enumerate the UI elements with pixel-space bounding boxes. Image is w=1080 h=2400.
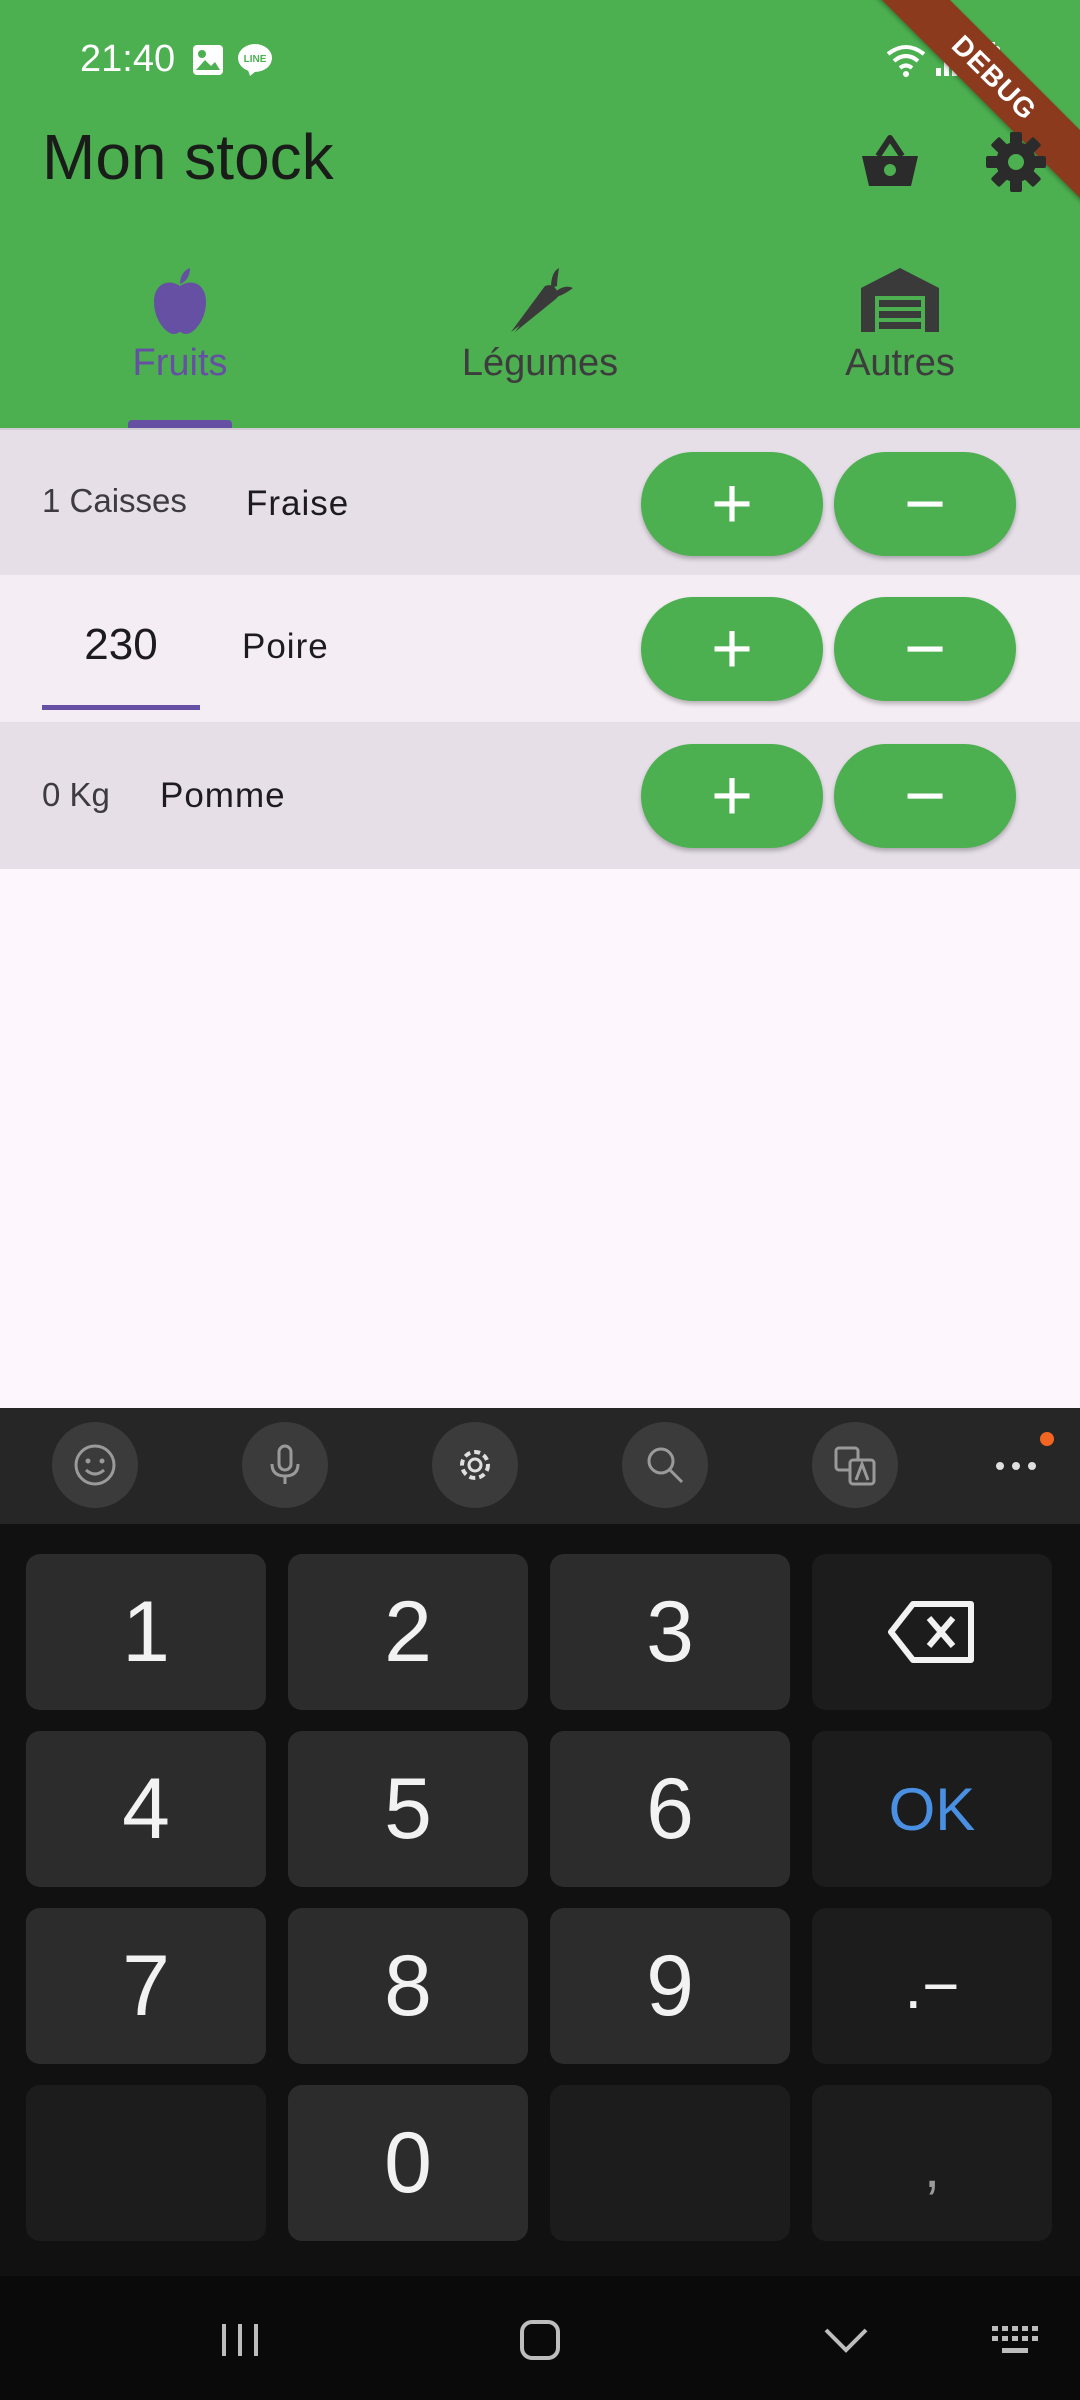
system-navigation-bar — [0, 2276, 1080, 2400]
input-underline — [42, 705, 200, 710]
list-item: Poire + − — [0, 575, 1080, 722]
ok-key[interactable]: OK — [812, 1731, 1052, 1887]
list-item: 1 Caisses Fraise + − — [0, 428, 1080, 575]
voice-input-button[interactable] — [242, 1422, 328, 1508]
tab-legumes[interactable]: Légumes — [360, 262, 720, 428]
tab-fruits[interactable]: Fruits — [0, 262, 360, 428]
key-4[interactable]: 4 — [26, 1731, 266, 1887]
tab-indicator — [128, 420, 232, 428]
carrot-icon — [511, 268, 573, 332]
line-app-icon: LINE — [238, 44, 272, 76]
increment-button[interactable]: + — [641, 744, 823, 848]
hide-keyboard-icon[interactable] — [822, 2324, 870, 2356]
settings-icon[interactable] — [982, 128, 1050, 196]
key-2[interactable]: 2 — [288, 1554, 528, 1710]
item-quantity: 1 Caisses — [42, 482, 187, 519]
tab-bar: Fruits Légumes Autres — [0, 262, 1080, 428]
tab-label: Autres — [845, 342, 955, 384]
blank-key-right[interactable] — [550, 2085, 790, 2241]
quantity-input[interactable] — [42, 605, 200, 685]
keyboard-toolbar — [0, 1408, 1080, 1524]
gear-icon — [460, 1450, 490, 1480]
key-9[interactable]: 9 — [550, 1908, 790, 2064]
list-item: 0 Kg Pomme + − — [0, 722, 1080, 869]
blank-key-left[interactable] — [26, 2085, 266, 2241]
keyboard-search-button[interactable] — [622, 1422, 708, 1508]
decrement-button[interactable]: − — [834, 597, 1016, 701]
recent-apps-icon[interactable] — [218, 2320, 262, 2360]
key-0[interactable]: 0 — [288, 2085, 528, 2241]
search-icon — [647, 1447, 684, 1484]
tab-autres[interactable]: Autres — [720, 262, 1080, 428]
item-name: Fraise — [246, 484, 350, 523]
keyboard-switch-icon[interactable] — [990, 2324, 1042, 2358]
item-name: Poire — [242, 627, 329, 666]
key-7[interactable]: 7 — [26, 1908, 266, 2064]
tab-label: Légumes — [461, 342, 619, 384]
status-time: 21:40 — [80, 38, 176, 80]
warehouse-icon — [861, 268, 939, 332]
key-5[interactable]: 5 — [288, 1731, 528, 1887]
apple-icon — [154, 268, 206, 334]
key-8[interactable]: 8 — [288, 1908, 528, 2064]
increment-button[interactable]: + — [641, 597, 823, 701]
gallery-icon — [193, 45, 223, 75]
keyboard-settings-button[interactable] — [432, 1422, 518, 1508]
item-name: Pomme — [160, 776, 286, 815]
decrement-button[interactable]: − — [834, 744, 1016, 848]
key-3[interactable]: 3 — [550, 1554, 790, 1710]
app-bar: 21:40 LINE DEBUG Mon stock Fruits Légume… — [0, 0, 1080, 428]
emoji-icon — [74, 1444, 116, 1486]
translate-button[interactable] — [812, 1422, 898, 1508]
more-icon[interactable] — [992, 1456, 1040, 1476]
notification-dot — [1040, 1432, 1054, 1446]
increment-button[interactable]: + — [641, 452, 823, 556]
numeric-keyboard: 1 2 3 4 5 6 OK 7 8 9 .− 0 , — [0, 1524, 1080, 2276]
key-1[interactable]: 1 — [26, 1554, 266, 1710]
tab-label: Fruits — [132, 342, 228, 384]
key-6[interactable]: 6 — [550, 1731, 790, 1887]
basket-icon[interactable] — [856, 128, 924, 196]
microphone-icon — [270, 1444, 300, 1484]
decrement-button[interactable]: − — [834, 452, 1016, 556]
translate-icon — [834, 1446, 876, 1486]
emoji-button[interactable] — [52, 1422, 138, 1508]
comma-key[interactable]: , — [812, 2085, 1052, 2241]
backspace-icon — [888, 1601, 974, 1663]
page-title: Mon stock — [42, 121, 334, 193]
item-quantity: 0 Kg — [42, 776, 110, 813]
wifi-icon — [886, 45, 926, 77]
dot-minus-key[interactable]: .− — [812, 1908, 1052, 2064]
svg-text:LINE: LINE — [244, 54, 267, 65]
home-icon[interactable] — [518, 2318, 562, 2362]
backspace-key[interactable] — [812, 1554, 1052, 1710]
